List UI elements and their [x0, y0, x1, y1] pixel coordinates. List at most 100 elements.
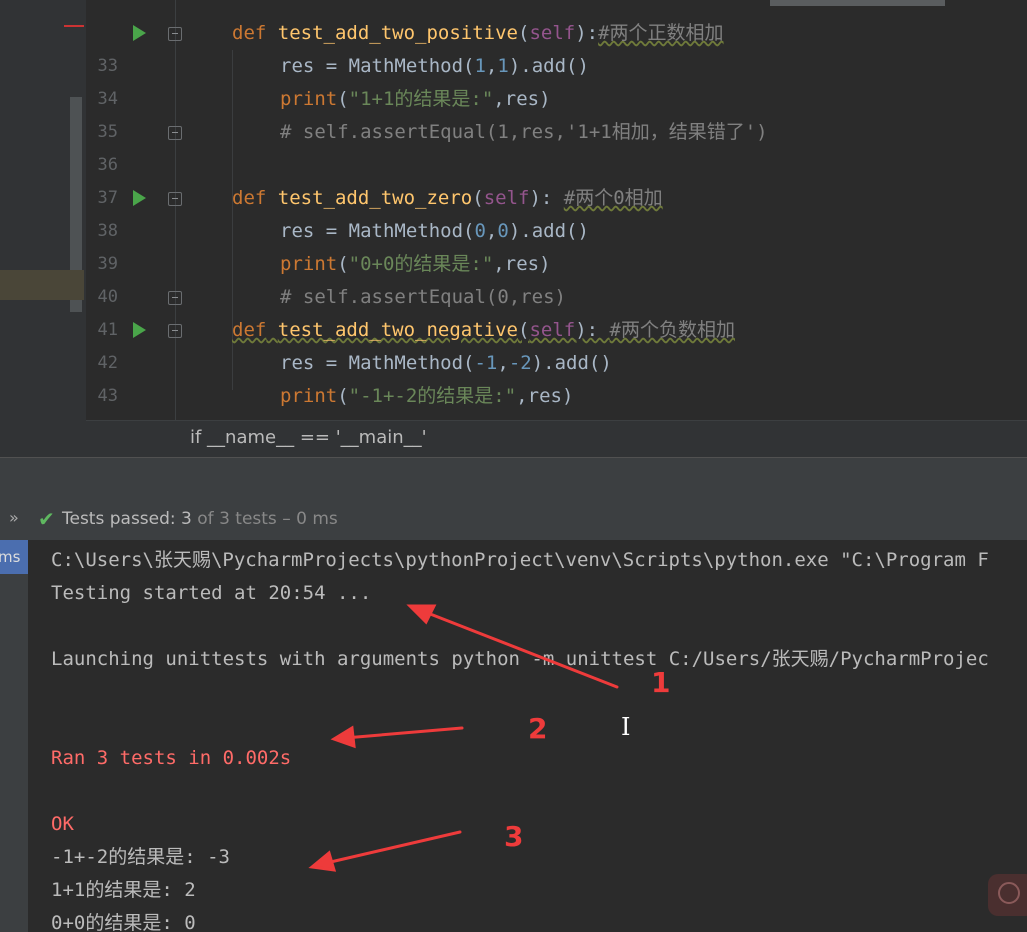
- comma: ,: [493, 88, 505, 110]
- paren: (: [337, 385, 349, 407]
- function-name: test_add_two_positive: [277, 22, 518, 44]
- string-literal: "1+1的结果是:": [348, 88, 494, 110]
- breadcrumb[interactable]: if __name__ == '__main__': [86, 420, 1027, 457]
- code-line-41[interactable]: 41 # self.assertEqual(0,res): [86, 281, 1027, 340]
- keyword: def: [232, 22, 267, 44]
- editor-horizontal-scrollbar[interactable]: [770, 0, 945, 6]
- code-line-35[interactable]: 35 print("1+1的结果是:",res): [86, 83, 1027, 142]
- keyword: def: [232, 319, 267, 341]
- code-line-39[interactable]: 39 res = MathMethod(0,0).add(): [86, 215, 1027, 274]
- error-marker: [64, 25, 84, 27]
- function-name: test_add_two_zero: [277, 187, 473, 209]
- project-panel-edge: [0, 0, 86, 457]
- code-line-44[interactable]: 44 print("-1+-2的结果是:",res): [86, 380, 1027, 439]
- code-line-33[interactable]: 33 def test_add_two_positive(self):#两个正数…: [86, 17, 1027, 76]
- number-literal: -1: [474, 352, 498, 374]
- paren: (: [472, 187, 484, 209]
- fold-icon[interactable]: [168, 291, 182, 305]
- console-line: Testing started at 20:54 ...: [51, 582, 372, 604]
- comment: #两个0相加: [563, 187, 663, 209]
- expand-chevron-icon[interactable]: »: [9, 508, 19, 527]
- paren: (: [518, 319, 530, 341]
- string-literal: "-1+-2的结果是:": [348, 385, 517, 407]
- comment: #两个负数相加: [609, 319, 735, 341]
- fold-icon[interactable]: [168, 192, 182, 206]
- run-test-icon[interactable]: [133, 322, 146, 338]
- comma: ,: [485, 55, 498, 77]
- number-literal: 1: [474, 55, 486, 77]
- console-line: Launching unittests with arguments pytho…: [51, 648, 989, 670]
- test-results-toolbar: » ✔ Tests passed: 3 of 3 tests – 0 ms: [0, 498, 1027, 541]
- code-line-42[interactable]: 42 def test_add_two_negative(self): #两个负…: [86, 314, 1027, 373]
- number-literal: 0: [497, 220, 509, 242]
- console-line: C:\Users\张天赐\PycharmProjects\pythonProje…: [51, 549, 989, 571]
- code-text: res): [504, 88, 551, 110]
- check-icon: ✔: [38, 507, 55, 531]
- fold-icon[interactable]: [168, 126, 182, 140]
- search-button[interactable]: [988, 874, 1027, 916]
- selected-row-highlight: [0, 270, 84, 300]
- fold-icon[interactable]: [168, 27, 182, 41]
- paren: (: [337, 253, 349, 275]
- search-icon: [998, 882, 1020, 904]
- status-detail: of 3 tests – 0 ms: [191, 509, 338, 529]
- code-editor[interactable]: 33 def test_add_two_positive(self):#两个正数…: [0, 0, 1027, 457]
- fold-icon[interactable]: [168, 324, 182, 338]
- passed-count: 3: [181, 509, 192, 529]
- number-literal: -2: [508, 352, 532, 374]
- comment: # self.assertEqual(1,res,'1+1相加，结果错了'): [280, 121, 768, 143]
- console-line: Ran 3 tests in 0.002s: [51, 747, 292, 769]
- number-literal: 0: [474, 220, 486, 242]
- code-line-40[interactable]: 40 print("0+0的结果是:",res): [86, 248, 1027, 307]
- paren: (: [518, 22, 530, 44]
- keyword: def: [232, 187, 267, 209]
- console-line: 1+1的结果是: 2: [51, 879, 196, 901]
- comment: # self.assertEqual(0,res): [280, 286, 566, 308]
- code-text: ).add(): [508, 55, 589, 77]
- code-text: ).add(): [508, 220, 589, 242]
- test-tree-item[interactable]: ms: [0, 540, 28, 574]
- paren: ):: [529, 187, 564, 209]
- annotation-1: 1: [651, 666, 671, 699]
- comment: #两个正数相加: [598, 22, 724, 44]
- function-name: test_add_two_negative: [277, 319, 518, 341]
- test-tree-edge: ms: [0, 540, 28, 932]
- run-test-icon[interactable]: [133, 190, 146, 206]
- console-line: OK: [51, 813, 74, 835]
- paren: ):: [575, 22, 599, 44]
- number-literal: 1: [497, 55, 509, 77]
- paren: ):: [575, 319, 610, 341]
- code-line-37[interactable]: 37: [86, 149, 1027, 208]
- run-console[interactable]: ms C:\Users\张天赐\PycharmProjects\pythonPr…: [0, 540, 1027, 932]
- code-line-38[interactable]: 38 def test_add_two_zero(self): #两个0相加: [86, 182, 1027, 241]
- run-test-icon[interactable]: [133, 25, 146, 41]
- self-param: self: [529, 319, 576, 341]
- code-text: res): [504, 253, 551, 275]
- string-literal: "0+0的结果是:": [348, 253, 494, 275]
- test-status: Tests passed: 3 of 3 tests – 0 ms: [62, 509, 338, 529]
- text-cursor-icon: I: [621, 713, 631, 741]
- comma: ,: [497, 352, 509, 374]
- panel-splitter[interactable]: [0, 457, 1027, 498]
- code-text: res = MathMethod(: [280, 55, 475, 77]
- code-line-36[interactable]: 36 # self.assertEqual(1,res,'1+1相加，结果错了'…: [86, 116, 1027, 175]
- breadcrumb-item[interactable]: if __name__ == '__main__': [190, 427, 427, 448]
- paren: (: [337, 88, 349, 110]
- annotation-3: 3: [504, 820, 524, 853]
- console-line: 0+0的结果是: 0: [51, 912, 196, 932]
- builtin-print: print: [280, 88, 338, 110]
- comma: ,: [516, 385, 528, 407]
- code-text: res): [527, 385, 574, 407]
- code-line-34[interactable]: 34 res = MathMethod(1,1).add(): [86, 50, 1027, 109]
- console-line: -1+-2的结果是: -3: [51, 846, 230, 868]
- code-text: ).add(): [531, 352, 612, 374]
- self-param: self: [483, 187, 530, 209]
- code-line-43[interactable]: 43 res = MathMethod(-1,-2).add(): [86, 347, 1027, 406]
- comma: ,: [485, 220, 498, 242]
- self-param: self: [529, 22, 576, 44]
- code-text: res = MathMethod(: [280, 352, 475, 374]
- comma: ,: [493, 253, 505, 275]
- status-label: Tests passed:: [62, 509, 182, 529]
- annotation-2: 2: [528, 712, 548, 745]
- builtin-print: print: [280, 253, 338, 275]
